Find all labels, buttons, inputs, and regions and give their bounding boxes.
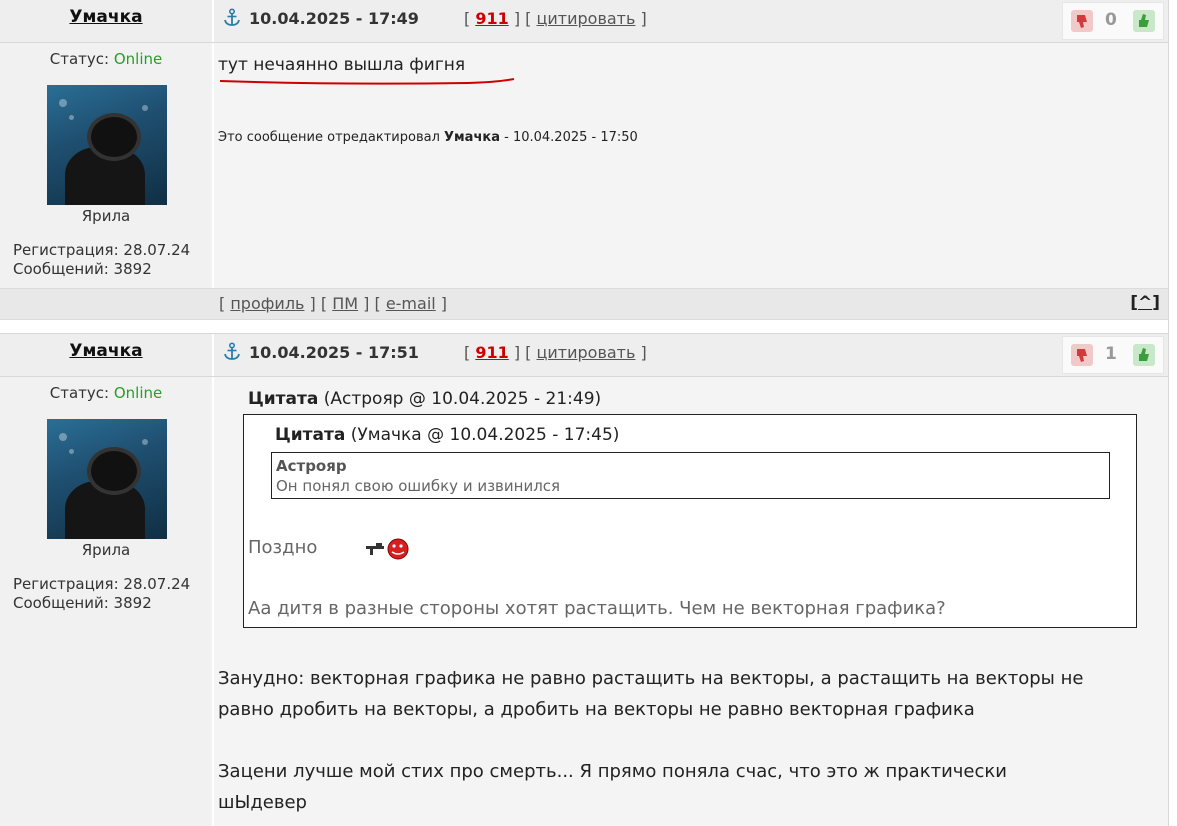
inner-quote-title: Цитата (Умачка @ 10.04.2025 - 17:45) <box>275 425 620 445</box>
registration-date: Регистрация: 28.07.24 <box>13 575 191 593</box>
post-paragraph-2b: шЫдевер <box>218 792 307 813</box>
thumb-down-icon[interactable] <box>1071 10 1093 32</box>
author-link[interactable]: Умачка <box>69 7 142 27</box>
header-right: 10.04.2025 - 17:49 [ 911 ] [ цитировать … <box>214 0 1168 42</box>
message-count: Сообщений: 3892 <box>13 594 152 612</box>
rating-box: 0 <box>1062 2 1164 40</box>
scroll-top-link: [^] <box>1130 293 1160 313</box>
avatar[interactable] <box>47 419 167 539</box>
post-header: Умачка 10.04.2025 - 17:51 [ 911 ] [ цити… <box>0 333 1168 377</box>
email-link[interactable]: e-mail <box>386 294 436 313</box>
avatar[interactable] <box>47 85 167 205</box>
post-1: Умачка 10.04.2025 - 17:49 [ 911 ] [ цити… <box>0 0 1168 322</box>
pm-link[interactable]: ПМ <box>332 294 358 313</box>
post-paragraph-1b: равно дробить на векторы, а дробить на в… <box>218 699 975 720</box>
quote-link[interactable]: цитировать <box>536 343 635 362</box>
post-number-link[interactable]: 911 <box>475 343 508 362</box>
inner-quote-author: Астрояр <box>276 457 347 475</box>
late-text: Поздно <box>248 537 318 558</box>
user-sidebar: Статус: Online Ярила Регистрация: 28.07.… <box>0 43 214 288</box>
post-footer: [ профиль ] [ ПМ ] [ e-mail ] [^] <box>0 288 1168 320</box>
post-links: [ 911 ] [ цитировать ] <box>464 343 647 362</box>
message-count: Сообщений: 3892 <box>13 260 152 278</box>
edit-note: Это сообщение отредактировал Умачка - 10… <box>218 130 638 145</box>
rating-count: 0 <box>1105 10 1117 30</box>
thumb-up-icon[interactable] <box>1133 344 1155 366</box>
page-scroll-edge <box>1168 0 1177 826</box>
author-link[interactable]: Умачка <box>69 341 142 361</box>
header-right: 10.04.2025 - 17:51 [ 911 ] [ цитировать … <box>214 334 1168 376</box>
rating-box: 1 <box>1062 336 1164 374</box>
post-date: 10.04.2025 - 17:51 <box>249 343 419 362</box>
status-online: Online <box>113 50 163 68</box>
user-title: Ярила <box>81 541 131 559</box>
inner-quote-text: Он понял свою ошибку и извинился <box>276 477 561 495</box>
anchor-icon[interactable] <box>222 8 242 28</box>
outer-quote-title: Цитата (Астрояр @ 10.04.2025 - 21:49) <box>248 389 602 409</box>
post-content: тут нечаянно вышла фигня Это сообщение о… <box>214 43 1168 288</box>
post-text: тут нечаянно вышла фигня <box>218 55 466 75</box>
rating-count: 1 <box>1105 344 1117 364</box>
post-date: 10.04.2025 - 17:49 <box>249 9 419 28</box>
post-paragraph-1: Занудно: векторная графика не равно раст… <box>218 668 1084 689</box>
post-links: [ 911 ] [ цитировать ] <box>464 9 647 28</box>
author-cell: Умачка <box>0 0 214 42</box>
thumb-up-icon[interactable] <box>1133 10 1155 32</box>
user-status: Статус: Online <box>49 50 163 68</box>
footer-links: [ профиль ] [ ПМ ] [ e-mail ] <box>219 294 448 313</box>
top-link[interactable]: ^ <box>1138 293 1152 313</box>
user-status: Статус: Online <box>49 384 163 402</box>
author-cell: Умачка <box>0 334 214 376</box>
quote-link[interactable]: цитировать <box>536 9 635 28</box>
post-content: Цитата (Астрояр @ 10.04.2025 - 21:49) Ци… <box>214 377 1168 826</box>
red-underline <box>219 78 515 85</box>
registration-date: Регистрация: 28.07.24 <box>13 241 191 259</box>
post-paragraph-2: Зацени лучше мой стих про смерть... Я пр… <box>218 761 1007 782</box>
thumb-down-icon[interactable] <box>1071 344 1093 366</box>
inner-quote: Астрояр Он понял свою ошибку и извинился <box>271 452 1110 499</box>
profile-link[interactable]: профиль <box>230 294 304 313</box>
status-online: Online <box>113 384 163 402</box>
anchor-icon[interactable] <box>222 342 242 362</box>
outer-quote: Цитата (Умачка @ 10.04.2025 - 17:45) Аст… <box>243 414 1137 628</box>
quote-question: Аа дитя в разные стороны хотят растащить… <box>248 598 946 619</box>
gun-smiley <box>366 538 409 560</box>
post-2: Умачка 10.04.2025 - 17:51 [ 911 ] [ цити… <box>0 333 1168 826</box>
post-number-link[interactable]: 911 <box>475 9 508 28</box>
user-title: Ярила <box>81 207 131 225</box>
post-header: Умачка 10.04.2025 - 17:49 [ 911 ] [ цити… <box>0 0 1168 43</box>
user-sidebar: Статус: Online Ярила Регистрация: 28.07.… <box>0 377 214 826</box>
